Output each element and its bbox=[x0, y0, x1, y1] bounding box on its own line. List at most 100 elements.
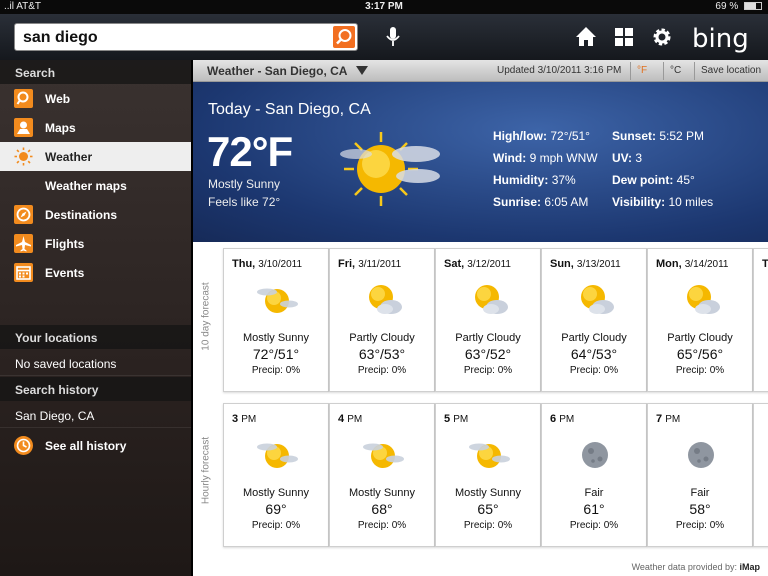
hour-label: 3 PM bbox=[232, 413, 257, 425]
save-location-button[interactable]: Save location bbox=[694, 62, 767, 80]
daily-card[interactable]: Thu, 3/10/2011 Mostly Sunny 72°/51° Precip:… bbox=[223, 248, 329, 392]
forecast-temperature: 58° bbox=[689, 501, 711, 517]
sidebar-locations-header: Your locations bbox=[0, 325, 191, 349]
map-pin-icon bbox=[14, 118, 33, 137]
microphone-icon bbox=[386, 27, 400, 46]
search-box bbox=[14, 23, 358, 51]
hourly-card[interactable]: 6 PM Fair 61° Precip: 0% bbox=[541, 403, 647, 547]
forecast-condition: Mostly Sunny bbox=[348, 487, 416, 499]
forecast-condition: Partly Cloudy bbox=[667, 332, 733, 344]
forecast-section-label: 10 day forecast bbox=[200, 282, 212, 351]
forecast-condition: Fair bbox=[690, 487, 710, 499]
apps-button[interactable] bbox=[611, 24, 637, 50]
forecast-condition: Fair bbox=[584, 487, 604, 499]
hourly-card[interactable]: 7 PM Fair 58° Precip: 0% bbox=[647, 403, 753, 547]
unit-celsius-button[interactable]: °C bbox=[663, 62, 687, 80]
day-label: Mon, 3/14/2011 bbox=[656, 258, 729, 270]
sidebar-item-events[interactable]: Events bbox=[0, 258, 191, 287]
partly-cloudy-icon bbox=[475, 285, 508, 314]
hour-label: 4 PM bbox=[338, 413, 363, 425]
bing-logo[interactable]: bing bbox=[692, 24, 749, 54]
forecast-temperature: 64°/53° bbox=[570, 346, 618, 362]
daily-card[interactable]: Mon, 3/14/2011 Partly Cloudy 65°/56° Precip… bbox=[647, 248, 753, 392]
day-label: Tu bbox=[762, 258, 768, 270]
partly-cloudy-icon bbox=[369, 285, 402, 314]
stat-visibility: Visibility: 10 miles bbox=[612, 195, 714, 209]
battery-label: 69 % bbox=[715, 1, 739, 12]
daily-card[interactable]: Sun, 3/13/2011 Partly Cloudy 64°/53° Precip… bbox=[541, 248, 647, 392]
sidebar-item-label: Weather bbox=[45, 150, 93, 164]
updated-time: Updated 3/10/2011 3:16 PM bbox=[497, 65, 622, 76]
hourly-section-label: Hourly forecast bbox=[200, 436, 212, 505]
mostly-sunny-icon bbox=[257, 288, 298, 313]
sidebar-item-destinations[interactable]: Destinations bbox=[0, 200, 191, 229]
day-label: Sat, 3/12/2011 bbox=[444, 258, 511, 270]
day-label: Fri, 3/11/2011 bbox=[338, 258, 402, 270]
microphone-button[interactable] bbox=[380, 24, 406, 50]
search-button[interactable] bbox=[333, 26, 355, 48]
forecast-temperature: 65° bbox=[477, 501, 499, 517]
sidebar-item-weather[interactable]: Weather bbox=[0, 142, 191, 171]
home-button[interactable] bbox=[573, 24, 599, 50]
sidebar-item-flights[interactable]: Flights bbox=[0, 229, 191, 258]
hourly-card[interactable]: 4 PM Mostly Sunny 68° Precip: 0% bbox=[329, 403, 435, 547]
stat-wind: Wind: 9 mph WNW bbox=[493, 151, 598, 165]
stat-humidity: Humidity: 37% bbox=[493, 173, 576, 187]
partly-cloudy-icon bbox=[581, 285, 614, 314]
forecast-temperature: 69° bbox=[265, 501, 287, 517]
no-saved-locations: No saved locations bbox=[0, 350, 191, 376]
forecast-precip: Precip: 0% bbox=[675, 365, 725, 376]
weather-titlebar: Weather - San Diego, CA Updated 3/10/201… bbox=[193, 60, 768, 82]
mostly-sunny-icon bbox=[363, 443, 404, 468]
calendar-icon bbox=[14, 263, 33, 282]
sidebar-item-label: Maps bbox=[45, 121, 76, 135]
chevron-down-icon[interactable] bbox=[356, 66, 368, 75]
imap-logo[interactable]: iMap bbox=[739, 562, 760, 572]
forecast-condition: Partly Cloudy bbox=[561, 332, 627, 344]
forecast-precip: Precip: 0% bbox=[251, 365, 301, 376]
sidebar-item-label: Flights bbox=[45, 237, 85, 251]
stat-high-low: High/low: 72°/51° bbox=[493, 129, 590, 143]
current-heading: Today - San Diego, CA bbox=[208, 101, 371, 118]
search-input[interactable] bbox=[23, 27, 323, 49]
location-title[interactable]: Weather - San Diego, CA bbox=[207, 64, 347, 78]
current-temperature: 72°F bbox=[207, 128, 293, 175]
settings-button[interactable] bbox=[649, 24, 675, 50]
hourly-card[interactable]: 3 PM Mostly Sunny 69° Precip: 0% bbox=[223, 403, 329, 547]
sidebar-item-maps[interactable]: Maps bbox=[0, 113, 191, 142]
sidebar-search-header: Search bbox=[0, 60, 191, 84]
battery-fill bbox=[745, 3, 757, 10]
clock-icon bbox=[14, 436, 33, 455]
stat-sunrise: Sunrise: 6:05 AM bbox=[493, 195, 589, 209]
forecast-temperature: 61° bbox=[583, 501, 605, 517]
mostly-sunny-icon bbox=[340, 132, 440, 206]
hour-label: 7 PM bbox=[656, 413, 681, 425]
sidebar-item-weather-maps[interactable]: Weather maps bbox=[0, 171, 191, 200]
current-condition: Mostly Sunny bbox=[208, 177, 281, 191]
see-all-history-button[interactable]: See all history bbox=[0, 431, 191, 460]
hourly-card[interactable] bbox=[753, 403, 768, 547]
sidebar-item-web[interactable]: Web bbox=[0, 84, 191, 113]
daily-card[interactable]: Fri, 3/11/2011 Partly Cloudy 63°/53° Precip… bbox=[329, 248, 435, 392]
sidebar-item-label: Web bbox=[45, 92, 71, 106]
partly-cloudy-icon bbox=[687, 285, 720, 314]
battery-icon bbox=[744, 2, 762, 11]
forecast-precip: Precip: 0% bbox=[357, 520, 407, 531]
sidebar-item-label: Weather maps bbox=[45, 179, 127, 193]
daily-card[interactable]: Tu bbox=[753, 248, 768, 392]
main-panel: Weather - San Diego, CA Updated 3/10/201… bbox=[193, 60, 768, 576]
home-icon bbox=[576, 27, 596, 46]
history-item[interactable]: San Diego, CA bbox=[0, 402, 191, 428]
feels-like: Feels like 72° bbox=[208, 195, 281, 209]
forecast-condition: Mostly Sunny bbox=[242, 332, 310, 344]
current-conditions: Today - San Diego, CA 72°F Mostly Sunny … bbox=[193, 82, 768, 242]
unit-fahrenheit-button[interactable]: °F bbox=[630, 62, 653, 80]
hourly-card[interactable]: 5 PM Mostly Sunny 65° Precip: 0% bbox=[435, 403, 541, 547]
forecast-precip: Precip: 0% bbox=[675, 520, 725, 531]
day-label: Sun, 3/13/2011 bbox=[550, 258, 621, 270]
forecast-condition: Mostly Sunny bbox=[242, 487, 310, 499]
forecast-condition: Mostly Sunny bbox=[454, 487, 522, 499]
daily-card[interactable]: Sat, 3/12/2011 Partly Cloudy 63°/52° Precip… bbox=[435, 248, 541, 392]
battery-indicator: 69 % bbox=[715, 1, 762, 12]
search-icon bbox=[336, 29, 352, 45]
